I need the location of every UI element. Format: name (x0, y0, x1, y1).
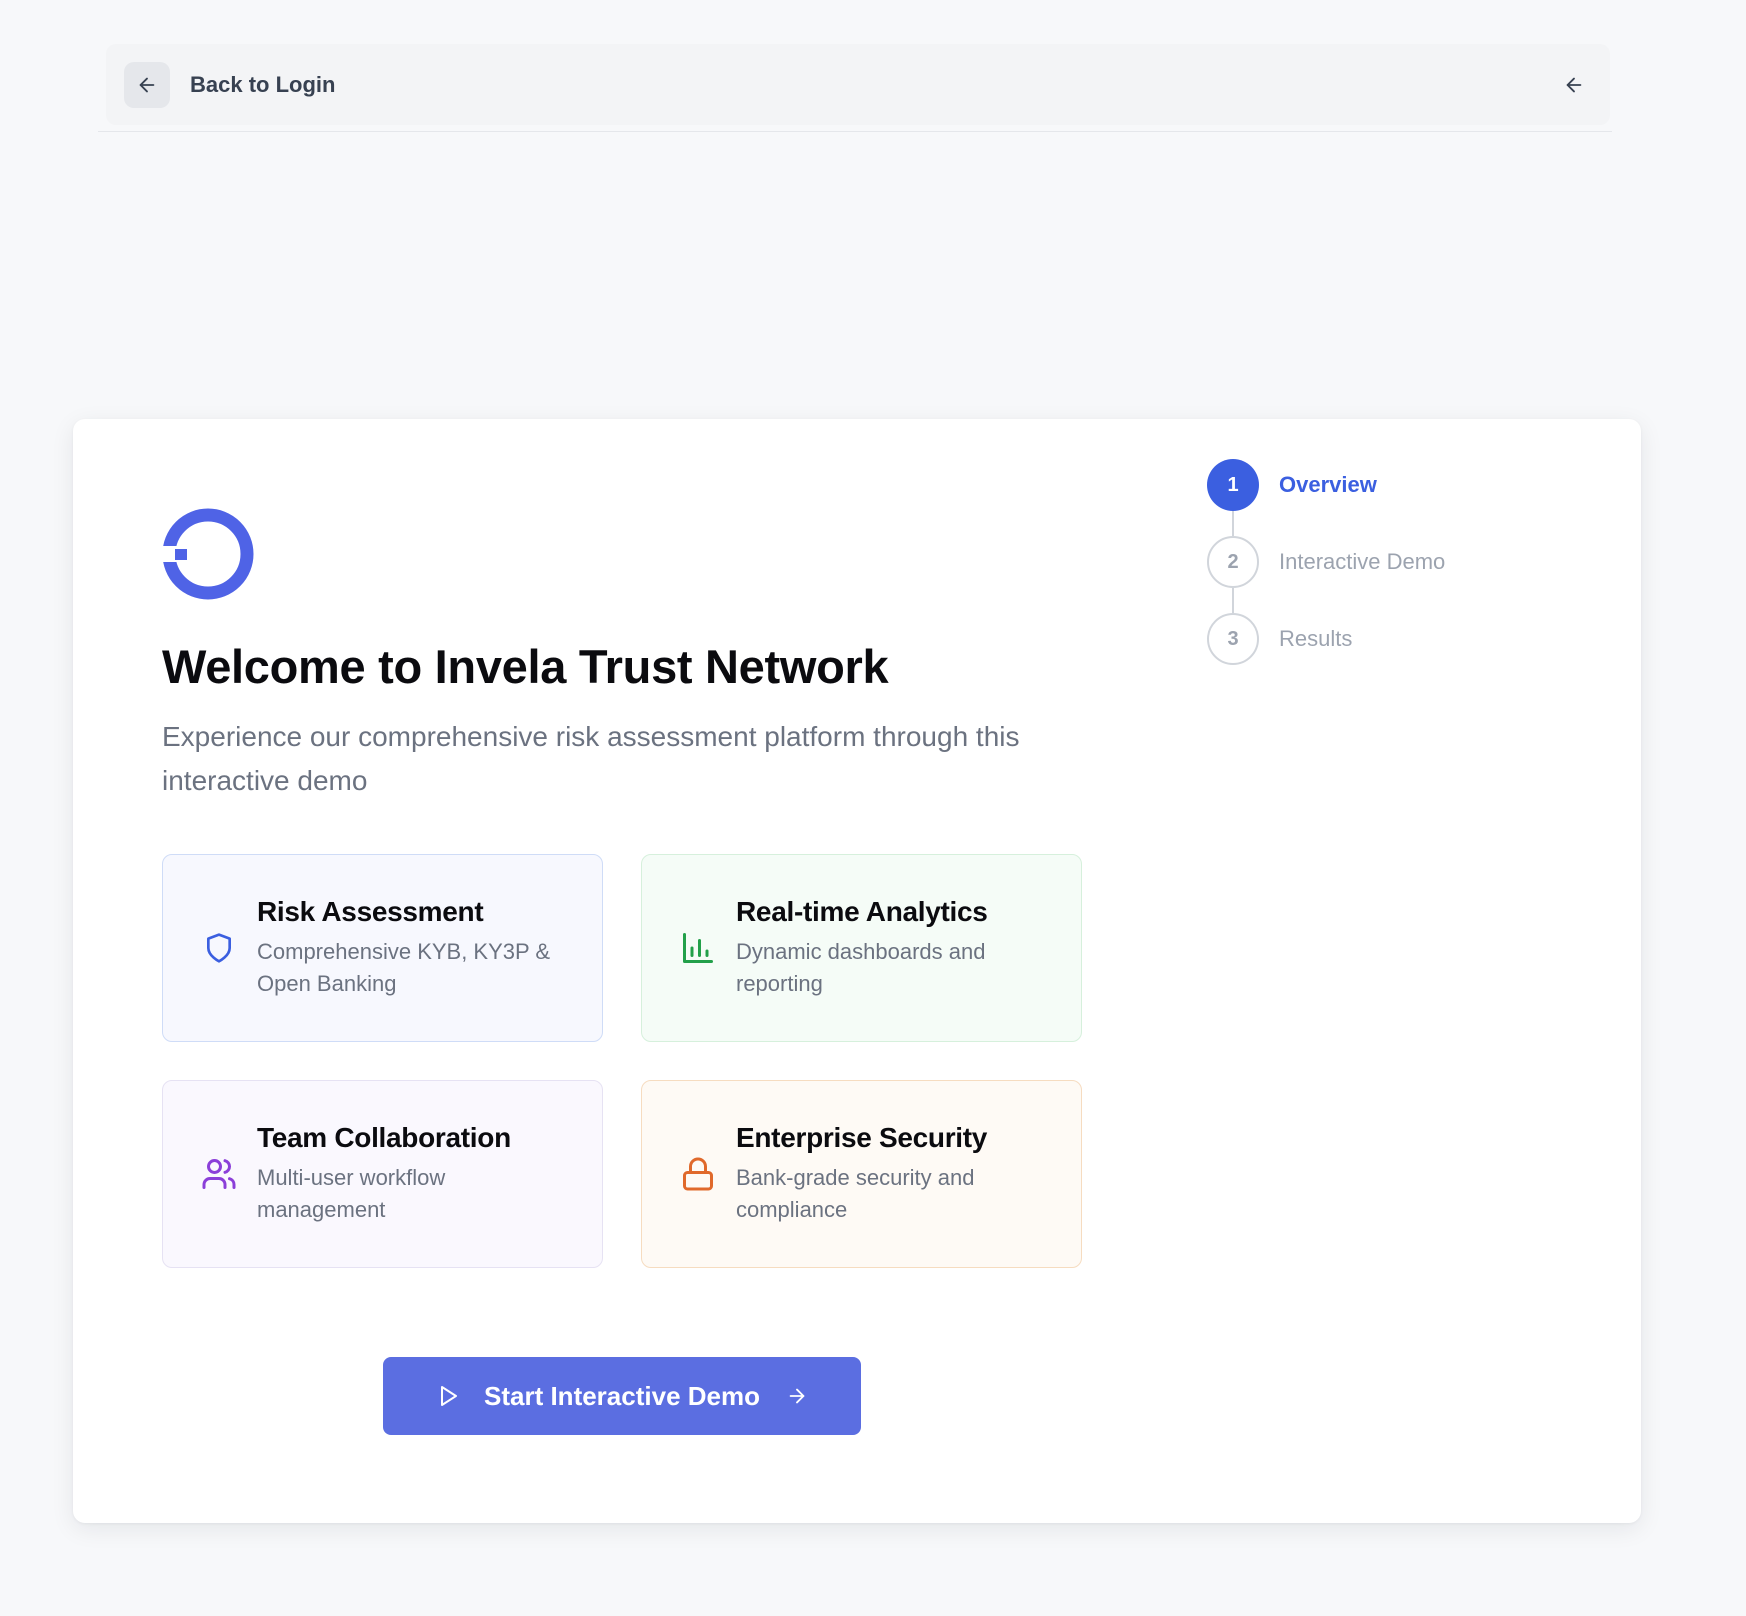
lock-icon (680, 1156, 716, 1192)
feature-card-risk-assessment: Risk Assessment Comprehensive KYB, KY3P … (162, 854, 603, 1042)
step-label: Overview (1279, 472, 1377, 497)
users-icon (201, 1156, 237, 1192)
feature-title: Enterprise Security (736, 1122, 988, 1153)
collapse-button[interactable] (1558, 69, 1590, 101)
back-button[interactable] (124, 61, 170, 108)
invela-logo (162, 508, 254, 600)
progress-steps: 1 Overview 2 Interactive Demo 3 Results (1207, 459, 1445, 690)
shield-icon (201, 930, 237, 966)
feature-title: Risk Assessment (257, 896, 484, 927)
step-number: 1 (1207, 459, 1259, 511)
feature-title: Team Collaboration (257, 1122, 511, 1153)
step-number: 3 (1207, 613, 1259, 665)
feature-card-team-collaboration: Team Collaboration Multi-user workflow m… (162, 1080, 603, 1268)
back-to-login-link[interactable]: Back to Login (190, 72, 335, 98)
arrow-left-icon (139, 77, 155, 92)
step-label: Results (1279, 626, 1353, 651)
welcome-card: Welcome to Invela Trust Network Experien… (73, 419, 1641, 1523)
feature-title: Real-time Analytics (736, 896, 988, 927)
step-number: 2 (1207, 536, 1259, 588)
page-subtitle: Experience our comprehensive risk assess… (162, 721, 1020, 796)
bar-chart-icon (680, 930, 716, 966)
step-overview[interactable]: 1 Overview (1207, 459, 1445, 536)
step-connector (1232, 588, 1234, 613)
cta-label: Start Interactive Demo (484, 1380, 760, 1411)
step-interactive-demo[interactable]: 2 Interactive Demo (1207, 536, 1445, 613)
feature-description: Comprehensive KYB, KY3P & Open Banking (257, 939, 551, 996)
step-connector (1232, 511, 1234, 536)
start-interactive-demo-button[interactable]: Start Interactive Demo (383, 1357, 861, 1435)
feature-card-real-time-analytics: Real-time Analytics Dynamic dashboards a… (641, 854, 1082, 1042)
divider (98, 131, 1612, 132)
arrow-right-icon (789, 1388, 805, 1404)
step-label: Interactive Demo (1279, 549, 1446, 574)
top-navigation-bar: Back to Login (106, 44, 1610, 125)
feature-card-enterprise-security: Enterprise Security Bank-grade security … (641, 1080, 1082, 1268)
feature-description: Dynamic dashboards and reporting (736, 939, 986, 996)
page-title: Welcome to Invela Trust Network (162, 640, 889, 693)
play-icon (441, 1386, 457, 1406)
feature-description: Bank-grade security and compliance (736, 1165, 975, 1222)
step-results[interactable]: 3 Results (1207, 613, 1445, 690)
arrow-left-icon (1566, 77, 1582, 92)
feature-description: Multi-user workflow management (257, 1165, 446, 1222)
